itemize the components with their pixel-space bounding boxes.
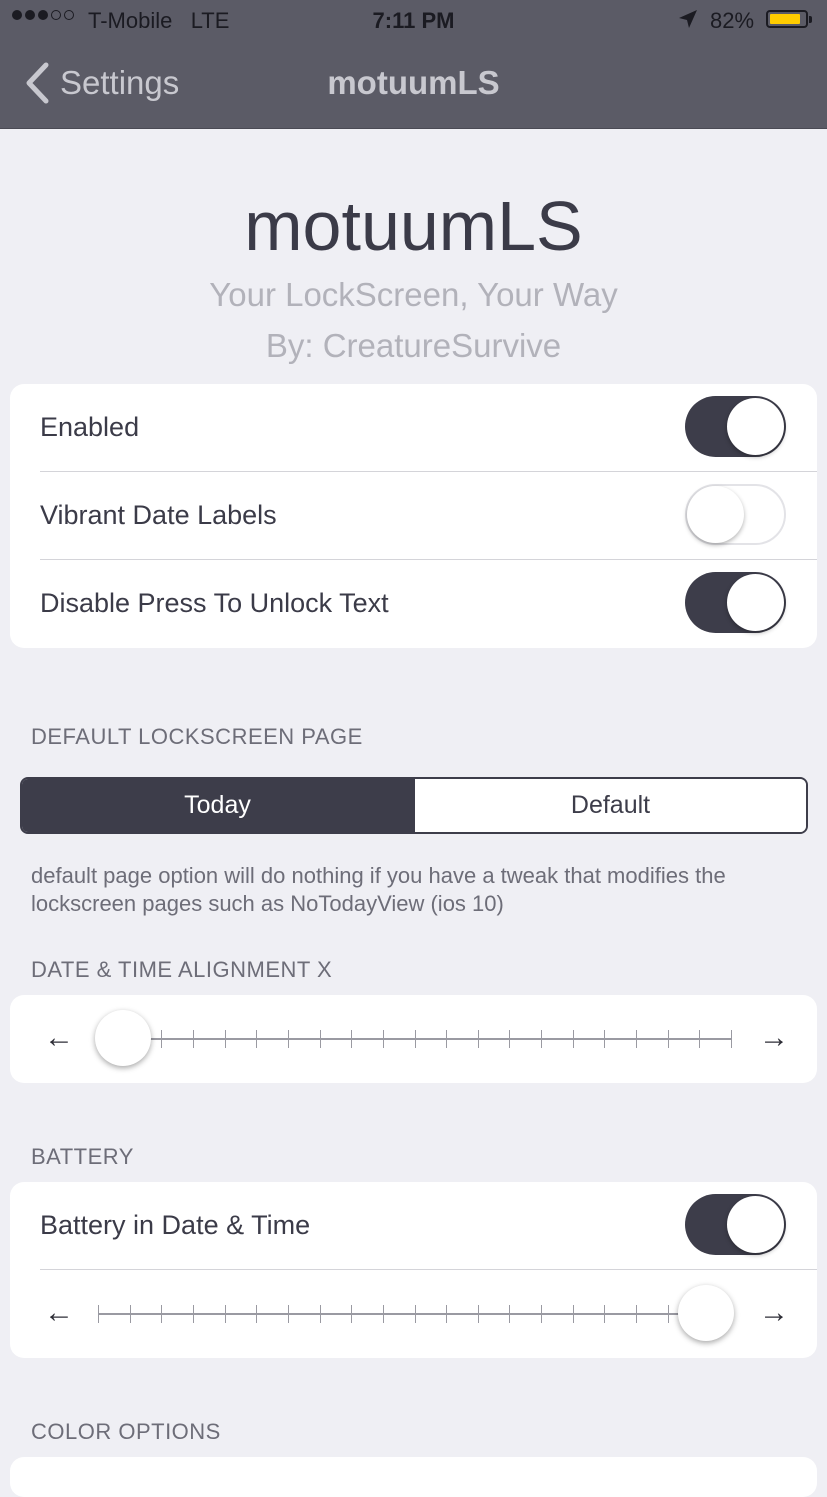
battery-in-date-time-row: Battery in Date & Time [10,1182,817,1270]
nav-title: motuumLS [327,64,500,101]
enabled-row: Enabled [10,384,817,472]
slider-tick [319,1305,321,1323]
arrow-right-icon: → [759,1021,789,1054]
slider-tick [98,1305,99,1323]
slider-tick [604,1030,606,1048]
slider-tick [667,1030,669,1048]
slider-tick [224,1030,226,1048]
slider-tick [224,1305,226,1323]
arrow-left-icon: ← [44,1296,74,1329]
color-options-card [10,1457,817,1497]
enabled-label: Enabled [40,412,140,442]
battery-percent: 82% [710,8,755,33]
slider-tick [509,1305,511,1323]
vibrant-date-labels-toggle[interactable] [685,484,786,545]
color-options-section-header: COLOR OPTIONS [31,1419,221,1444]
slider-tick [414,1030,416,1048]
segment-default[interactable]: Default [413,779,806,832]
slider-tick [541,1305,543,1323]
segment-today[interactable]: Today [22,779,413,832]
battery-in-date-time-toggle[interactable] [685,1194,786,1255]
slider-tick [319,1030,321,1048]
alignment-section-header: DATE & TIME ALIGNMENT X [31,957,333,982]
slider-tick [572,1305,574,1323]
battery-slider-track[interactable] [98,1285,734,1341]
slider-tick [604,1305,606,1323]
slider-tick [287,1305,289,1323]
battery-slider-row: ← → [10,1270,817,1358]
slider-tick [446,1305,448,1323]
slider-tick [351,1305,353,1323]
app-subtitle: Your LockScreen, Your Way [209,276,618,313]
location-arrow-icon [678,9,698,35]
slider-tick [161,1305,163,1323]
slider-tick [382,1305,384,1323]
main-toggles-card: Enabled Vibrant Date Labels Disable Pres… [10,384,817,648]
status-time: 7:11 PM [372,8,455,33]
app-title: motuumLS [244,187,583,265]
slider-tick [446,1030,448,1048]
slider-tick [667,1305,669,1323]
slider-tick [572,1030,574,1048]
slider-tick [192,1305,194,1323]
slider-tick [192,1030,194,1048]
slider-tick [636,1305,638,1323]
slider-tick [414,1305,416,1323]
slider-tick [731,1030,732,1048]
slider-tick [477,1030,479,1048]
slider-tick [699,1030,701,1048]
disable-press-to-unlock-label: Disable Press To Unlock Text [40,588,389,618]
vibrant-date-labels-label: Vibrant Date Labels [40,500,277,530]
battery-card: Battery in Date & Time ← → [10,1182,817,1358]
default-page-footnote: default page option will do nothing if y… [31,863,726,916]
battery-slider-thumb[interactable] [677,1285,734,1341]
enabled-toggle[interactable] [685,396,786,457]
navigation-bar: T-Mobile LTE 7:11 PM 82% Settings motuum… [0,0,827,129]
battery-icon [766,10,812,28]
slider-tick [509,1030,511,1048]
slider-tick [129,1305,131,1323]
slider-tick [256,1305,258,1323]
status-bar: T-Mobile LTE 7:11 PM 82% [0,0,827,42]
default-page-section-header: DEFAULT LOCKSCREEN PAGE [31,724,363,749]
slider-tick [382,1030,384,1048]
slider-tick [541,1030,543,1048]
slider-tick [256,1030,258,1048]
arrow-left-icon: ← [44,1021,74,1054]
disable-press-to-unlock-row: Disable Press To Unlock Text [10,560,817,648]
alignment-slider-track[interactable] [95,1010,732,1066]
slider-tick [351,1030,353,1048]
slider-tick [287,1030,289,1048]
slider-tick [477,1305,479,1323]
alignment-card: ← → [10,995,817,1083]
alignment-slider-thumb[interactable] [95,1010,152,1066]
app-author: By: CreatureSurvive [265,327,562,364]
arrow-right-icon: → [759,1296,789,1329]
slider-tick [161,1030,163,1048]
default-page-segmented-control: Today Default [20,777,808,834]
disable-press-to-unlock-toggle[interactable] [685,572,786,633]
vibrant-date-labels-row: Vibrant Date Labels [10,472,817,560]
battery-in-date-time-label: Battery in Date & Time [40,1210,311,1240]
slider-tick [636,1030,638,1048]
battery-section-header: BATTERY [31,1144,134,1169]
alignment-slider-row: ← → [10,995,817,1083]
